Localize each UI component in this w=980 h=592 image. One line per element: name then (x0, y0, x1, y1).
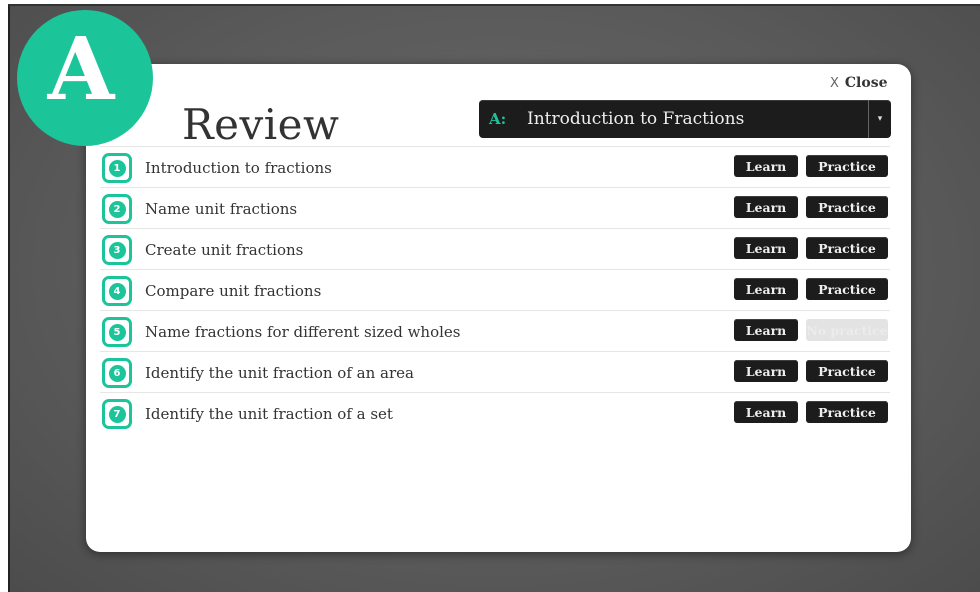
learn-button[interactable]: Learn (734, 237, 798, 259)
list-item: 5 Name fractions for different sized who… (100, 310, 890, 351)
list-item: 1 Introduction to fractions Learn Practi… (100, 146, 890, 187)
practice-button-disabled: No practice (806, 319, 888, 341)
practice-button[interactable]: Practice (806, 278, 888, 300)
lesson-list: 1 Introduction to fractions Learn Practi… (100, 146, 890, 433)
badge-letter: A (47, 18, 115, 120)
learn-button[interactable]: Learn (734, 360, 798, 382)
lesson-label: Create unit fractions (145, 241, 304, 259)
practice-button[interactable]: Practice (806, 155, 888, 177)
practice-button[interactable]: Practice (806, 360, 888, 382)
lesson-number-icon: 3 (102, 235, 132, 265)
list-item: 6 Identify the unit fraction of an area … (100, 351, 890, 392)
lesson-label: Introduction to fractions (145, 159, 332, 177)
unit-dropdown[interactable]: A: Introduction to Fractions ▾ (479, 100, 891, 138)
learn-button[interactable]: Learn (734, 155, 798, 177)
lesson-number-icon: 7 (102, 399, 132, 429)
lesson-label: Identify the unit fraction of a set (145, 405, 393, 423)
practice-button[interactable]: Practice (806, 196, 888, 218)
page-title: Review (182, 100, 340, 149)
lesson-number-icon: 4 (102, 276, 132, 306)
lesson-number-icon: 1 (102, 153, 132, 183)
practice-button[interactable]: Practice (806, 237, 888, 259)
unit-letter-badge: A (17, 10, 153, 146)
learn-button[interactable]: Learn (734, 278, 798, 300)
list-item: 7 Identify the unit fraction of a set Le… (100, 392, 890, 433)
lesson-label: Name unit fractions (145, 200, 298, 218)
lesson-label: Compare unit fractions (145, 282, 322, 300)
list-item: 4 Compare unit fractions Learn Practice (100, 269, 890, 310)
list-item: 3 Create unit fractions Learn Practice (100, 228, 890, 269)
chevron-down-icon[interactable]: ▾ (868, 100, 891, 138)
unit-title: Introduction to Fractions (527, 109, 745, 129)
close-icon: X (830, 76, 839, 91)
lesson-number-icon: 5 (102, 317, 132, 347)
learn-button[interactable]: Learn (734, 196, 798, 218)
close-label: Close (844, 75, 888, 91)
lesson-number-icon: 2 (102, 194, 132, 224)
practice-button[interactable]: Practice (806, 401, 888, 423)
lesson-number-icon: 6 (102, 358, 132, 388)
learn-button[interactable]: Learn (734, 319, 798, 341)
close-button[interactable]: X Close (830, 75, 888, 91)
list-item: 2 Name unit fractions Learn Practice (100, 187, 890, 228)
lesson-label: Name fractions for different sized whole… (145, 323, 461, 341)
unit-prefix: A: (489, 110, 507, 128)
learn-button[interactable]: Learn (734, 401, 798, 423)
lesson-label: Identify the unit fraction of an area (145, 364, 414, 382)
